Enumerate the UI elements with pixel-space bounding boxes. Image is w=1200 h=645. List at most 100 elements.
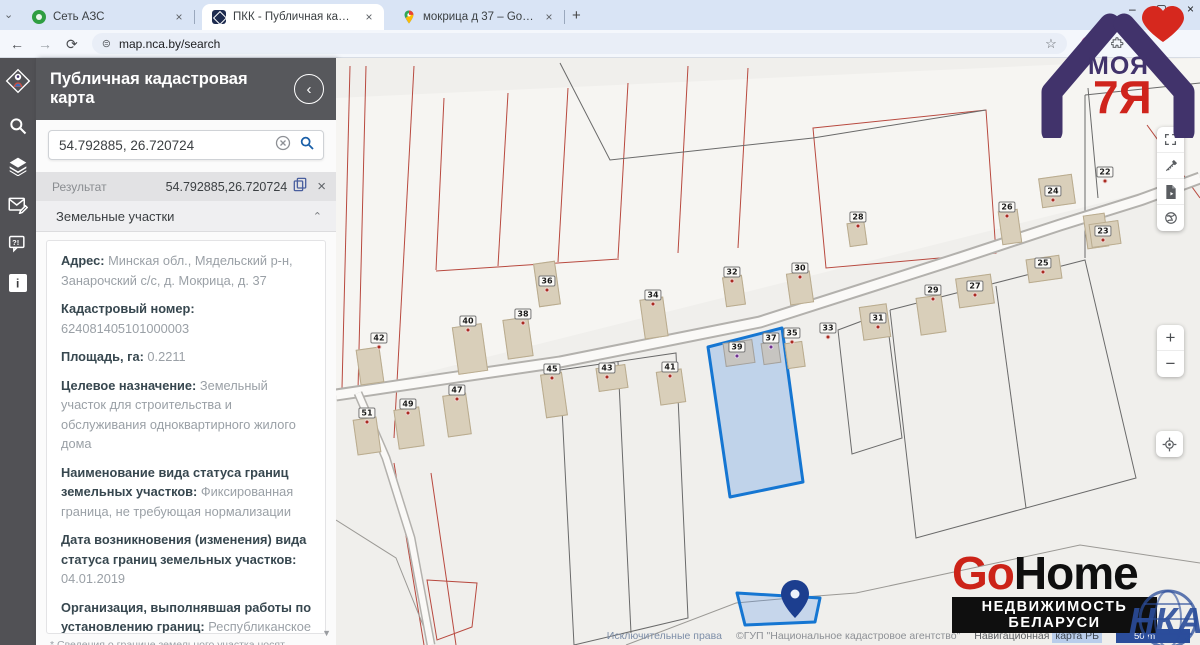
house-dot (550, 376, 555, 381)
new-tab-button[interactable]: + (572, 7, 581, 24)
fullscreen-button[interactable] (1157, 127, 1184, 153)
locate-me-button[interactable] (1156, 431, 1183, 457)
close-window-button[interactable]: × (1187, 2, 1194, 16)
search-submit-icon[interactable] (299, 135, 315, 156)
tab-label: мокрица д 37 – Google Карты (423, 11, 535, 23)
search-input[interactable] (57, 137, 267, 154)
house-dot (668, 374, 673, 379)
house-label-41[interactable]: 41 (661, 362, 678, 373)
land-parcels-accordion[interactable]: Земельные участки ⌃ (36, 201, 336, 232)
chevron-up-icon: ⌃ (313, 210, 322, 223)
house-label-38[interactable]: 38 (514, 309, 531, 320)
house-label-47[interactable]: 47 (448, 385, 465, 396)
result-field: Кадастровый номер: 624081405101000003 (61, 299, 313, 338)
tab-search-chevron-icon[interactable]: ⌄ (4, 8, 13, 21)
tab-pkk-active[interactable]: ПКК - Публичная кадастровая × (202, 4, 384, 30)
scale-bar: 50 m (1116, 629, 1190, 643)
minimize-button[interactable]: – (1129, 2, 1136, 16)
tab-strip: ⌄ Сеть АЗС × ПКК - Публичная кадастровая… (0, 0, 1200, 30)
maximize-button[interactable]: ▢ (1156, 2, 1167, 16)
browser-menu-icon[interactable]: ⋮ (1138, 36, 1151, 52)
tab-azs[interactable]: Сеть АЗС × (22, 4, 194, 30)
house-label-27[interactable]: 27 (966, 281, 983, 292)
house-dot (1103, 179, 1108, 184)
house-label-23[interactable]: 23 (1094, 226, 1111, 237)
result-close-icon[interactable]: × (317, 178, 326, 195)
house-label-25[interactable]: 25 (1034, 258, 1051, 269)
layers-icon[interactable] (8, 156, 28, 176)
zoom-out-button[interactable]: − (1157, 351, 1184, 377)
house-label-28[interactable]: 28 (849, 212, 866, 223)
forward-button[interactable]: → (38, 37, 52, 51)
house-dot (856, 224, 861, 229)
result-field: Организация, выполнявшая работы по устан… (61, 598, 313, 635)
house-label-22[interactable]: 22 (1096, 167, 1113, 178)
basemap-name: Навигационная карта РБ (974, 630, 1102, 642)
reload-button[interactable]: ⟳ (66, 37, 78, 51)
measure-button[interactable] (1157, 153, 1184, 179)
result-field: Целевое назначение: Земельный участок дл… (61, 376, 313, 454)
house-label-32[interactable]: 32 (723, 267, 740, 278)
tab-separator (194, 10, 195, 24)
house-label-26[interactable]: 26 (998, 202, 1015, 213)
house-label-39[interactable]: 39 (728, 342, 745, 353)
house-label-31[interactable]: 31 (869, 313, 886, 324)
basemap-globe-button[interactable] (1157, 205, 1184, 231)
faq-bubble-icon[interactable]: ?! (8, 234, 28, 254)
sidebar-scroll-down-icon[interactable]: ▼ (322, 628, 331, 638)
house-label-37[interactable]: 37 (762, 333, 779, 344)
house-label-49[interactable]: 49 (399, 399, 416, 410)
house-label-24[interactable]: 24 (1044, 186, 1061, 197)
house-label-42[interactable]: 42 (370, 333, 387, 344)
basemap-name-highlight: карта РБ (1052, 629, 1102, 643)
house-label-40[interactable]: 40 (459, 316, 476, 327)
tab-close-icon[interactable]: × (362, 10, 376, 24)
house-label-43[interactable]: 43 (598, 363, 615, 374)
address-bar[interactable]: ⊜ map.nca.by/search ☆ (92, 33, 1067, 54)
house-label-45[interactable]: 45 (543, 364, 560, 375)
back-button[interactable]: ← (10, 37, 24, 51)
cadastral-map[interactable]: 42 40 38 36 34 32 30 28 26 24 22 51 49 47 45 43 41 39 37 35… (336, 58, 1200, 645)
tab-close-icon[interactable]: × (542, 10, 556, 24)
house-dot (605, 375, 610, 380)
rights-link[interactable]: Исключительные права (607, 630, 722, 642)
result-field: Адрес: Минская обл., Мядельский р-н, Зан… (61, 251, 313, 290)
zoom-controls: + − (1157, 325, 1184, 377)
house-dot (931, 297, 936, 302)
extensions-icon[interactable] (1111, 36, 1124, 51)
bookmark-star-icon[interactable]: ☆ (1045, 36, 1057, 52)
house-dot (651, 302, 656, 307)
tab-close-icon[interactable]: × (172, 10, 186, 24)
tab-separator (564, 10, 565, 24)
app-title: Публичная кадастровая карта (50, 70, 294, 108)
house-label-51[interactable]: 51 (358, 408, 375, 419)
house-label-35[interactable]: 35 (783, 328, 800, 339)
browser-toolbar: ← → ⟳ ⊜ map.nca.by/search ☆ ⋮ (0, 30, 1200, 58)
result-coordinates: 54.792885,26.720724 (166, 180, 288, 194)
house-label-30[interactable]: 30 (791, 263, 808, 274)
app-icon-rail: ?! i (0, 58, 36, 645)
info-icon[interactable]: i (9, 274, 27, 292)
house-dot (735, 354, 740, 359)
site-info-icon[interactable]: ⊜ (102, 37, 111, 50)
tab-gmaps[interactable]: мокрица д 37 – Google Карты × (392, 4, 564, 30)
search-tool-icon[interactable] (8, 116, 28, 136)
house-label-34[interactable]: 34 (644, 290, 661, 301)
copy-icon[interactable] (293, 177, 307, 197)
house-dot (545, 288, 550, 293)
clear-search-icon[interactable] (275, 135, 291, 156)
sidebar-collapse-button[interactable]: ‹ (294, 74, 324, 104)
house-label-33[interactable]: 33 (819, 323, 836, 334)
cadastre-sidebar: Публичная кадастровая карта ‹ Результат … (36, 58, 336, 645)
house-dot (798, 275, 803, 280)
svg-text:i: i (16, 277, 19, 291)
nca-logo-icon[interactable] (3, 66, 33, 96)
profile-avatar[interactable] (1081, 36, 1097, 52)
house-dot (521, 321, 526, 326)
house-label-29[interactable]: 29 (924, 285, 941, 296)
house-label-36[interactable]: 36 (538, 276, 555, 287)
zoom-in-button[interactable]: + (1157, 325, 1184, 351)
export-document-button[interactable] (1157, 179, 1184, 205)
feedback-envelope-icon[interactable] (8, 196, 28, 214)
house-dot (1041, 270, 1046, 275)
